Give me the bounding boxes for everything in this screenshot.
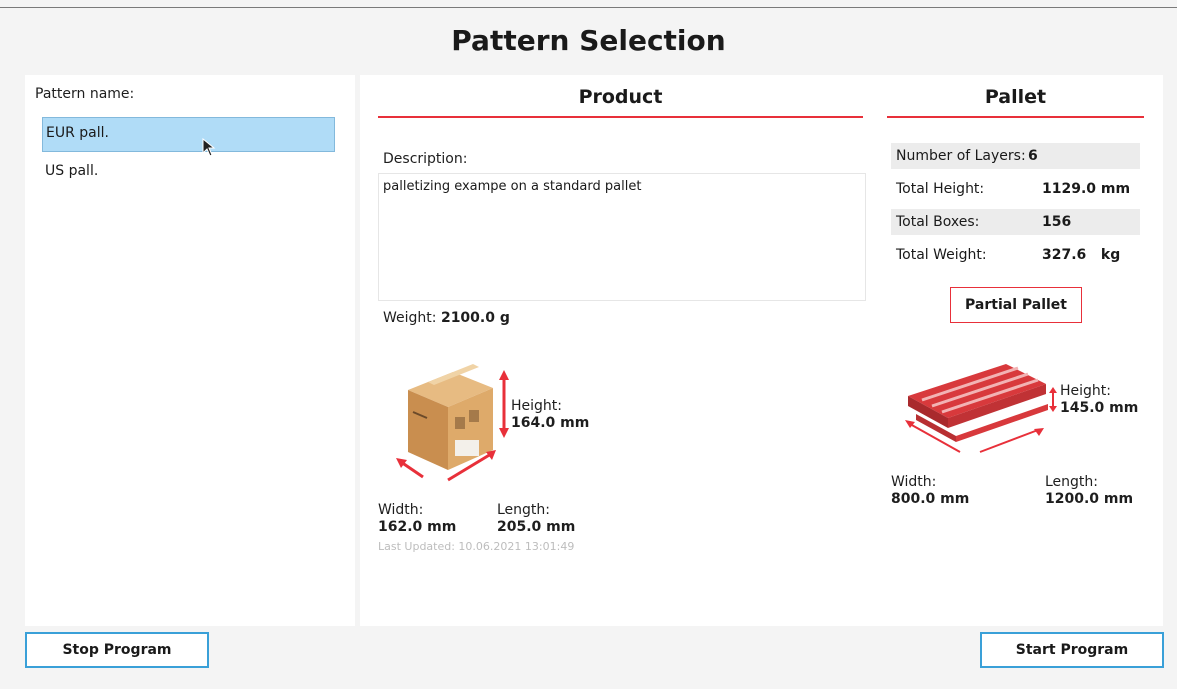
product-width-label: Width: [378,502,424,518]
pallet-title-underline [887,116,1144,118]
box-illustration-icon [396,364,509,482]
top-divider [0,7,1177,8]
stat-label: Number of Layers: [896,148,1026,164]
pattern-name-label: Pattern name: [35,86,135,102]
pallet-width-value: 800.0 mm [891,491,970,507]
weight-value: 2100.0 g [440,310,510,326]
stat-value: 156 [1042,214,1072,230]
product-height-value: 164.0 mm [511,415,590,431]
stat-label: Total Height: [896,181,985,197]
stat-number-of-layers: Number of Layers: 6 [891,143,1140,169]
pattern-item-label: EUR pall. [46,125,109,141]
description-field[interactable]: palletizing exampe on a standard pallet [378,173,866,301]
weight-label: Weight: [383,310,437,326]
stat-value: 327.6 kg [1042,247,1121,263]
product-title: Product [578,86,663,108]
pattern-item-eur[interactable]: EUR pall. [42,117,335,152]
stat-label: Total Weight: [896,247,987,263]
last-updated-text: Last Updated: 10.06.2021 13:01:49 [378,540,575,553]
product-title-underline [378,116,863,118]
weight-row: Weight: 2100.0 g [383,310,510,326]
description-label: Description: [383,151,468,167]
mouse-cursor-icon [202,138,216,157]
pallet-length-value: 1200.0 mm [1045,491,1134,507]
stat-total-height: Total Height: 1129.0 mm [891,176,1140,202]
pallet-width-label: Width: [891,474,937,490]
stat-total-boxes: Total Boxes: 156 [891,209,1140,235]
stat-value: 6 [1028,148,1038,164]
start-program-button[interactable]: Start Program [980,632,1164,668]
stop-program-button[interactable]: Stop Program [25,632,209,668]
stat-total-weight: Total Weight: 327.6 kg [891,242,1140,268]
product-width-value: 162.0 mm [378,519,457,535]
product-height-label: Height: [511,398,562,414]
partial-pallet-button[interactable]: Partial Pallet [950,287,1082,323]
pattern-item-label: US pall. [45,163,99,179]
stat-value: 1129.0 mm [1042,181,1131,197]
description-text: palletizing exampe on a standard pallet [383,179,642,194]
stat-label: Total Boxes: [896,214,980,230]
page-title: Pattern Selection [451,24,726,57]
pallet-height-value: 145.0 mm [1060,400,1139,416]
pattern-item-us[interactable]: US pall. [42,156,335,186]
product-length-value: 205.0 mm [497,519,576,535]
pallet-length-label: Length: [1045,474,1099,490]
product-length-label: Length: [497,502,551,518]
pallet-title: Pallet [984,86,1047,108]
pallet-height-label: Height: [1060,383,1111,399]
pallet-illustration-icon [905,364,1057,453]
